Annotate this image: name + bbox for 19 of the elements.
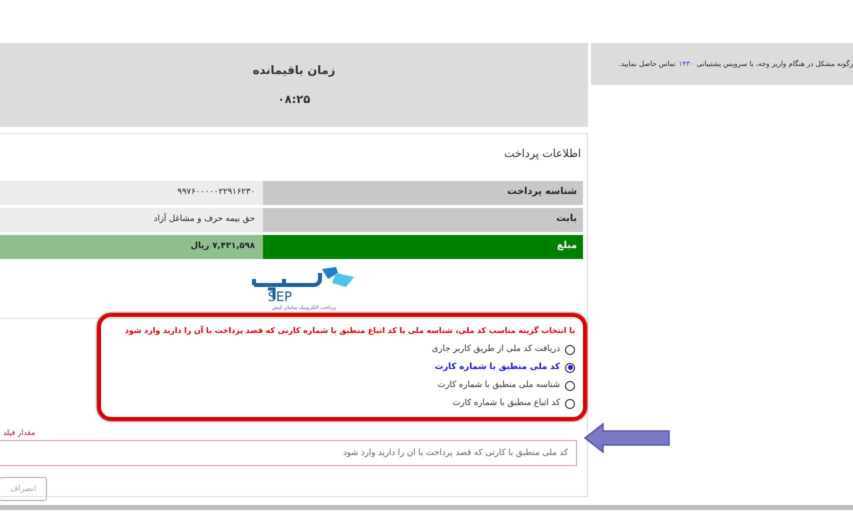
arrow-icon [583,423,671,453]
radio-button[interactable] [565,398,575,409]
radio-button[interactable] [565,344,575,355]
row-value: حق بیمه حرف و مشاغل آزاد [0,208,263,232]
row-label: بابت [263,208,583,232]
row-label: مبلغ [263,234,583,258]
option-label[interactable]: کد اتباع منطبق با شماره کارت [452,397,560,410]
radio-button[interactable] [565,362,575,373]
row-label: شناسه پرداخت [263,180,583,204]
timer-value: ۰۸:۲۵ [278,91,310,108]
option-label[interactable]: شناسه ملی منطبق با شماره کارت [437,379,560,392]
row-value: ۹۹۷۶۰۰۰۰۰۲۲۹۱۶۲۳۰ [0,180,263,204]
card-title: اطلاعات پرداخت [503,146,582,162]
row-value: ۷,۴۳۱,۵۹۸ ریال [0,234,263,258]
radio-button[interactable] [565,380,575,391]
input-field[interactable]: کد ملی منطبق با کارتی که قصد پرداخت با آن را دارید وارد شود [0,440,577,466]
option-label[interactable]: کد ملی منطبق با شماره کارت [434,361,560,374]
option-label[interactable]: دریافت کد ملی از طریق کاربر جاری [432,343,560,356]
timer-label: زمان باقیمانده [252,62,336,79]
